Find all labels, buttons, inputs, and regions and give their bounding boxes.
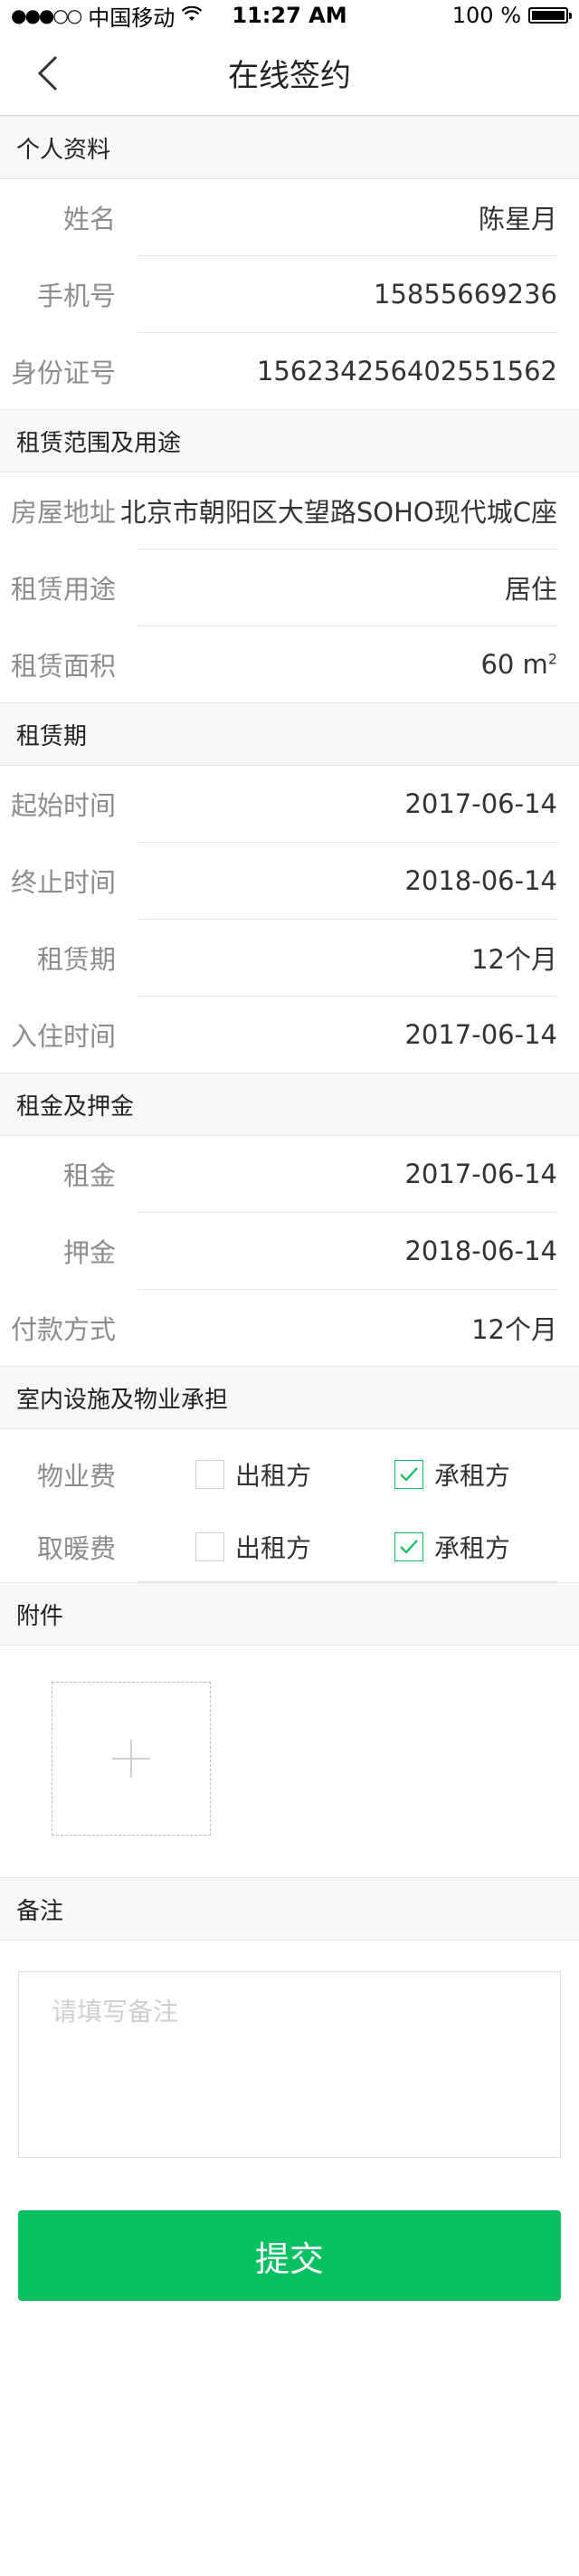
row-area: 租赁面积 60 m2 [0, 626, 579, 702]
row-value: 15855669236 [374, 279, 557, 310]
section-notes-header: 备注 [0, 1877, 579, 1941]
row-label: 姓名 [62, 204, 116, 234]
status-right: 100 % [451, 3, 572, 28]
property-fee-landlord-option[interactable]: 出租方 [195, 1456, 394, 1493]
row-label: 入住时间 [10, 1021, 116, 1052]
row-lease-term: 租赁期 12个月 [0, 920, 579, 996]
row-value: 12个月 [471, 1314, 557, 1345]
row-heating-fee: 取暖费 出租方 承租方 [0, 1512, 579, 1581]
check-icon [400, 1540, 418, 1554]
row-label: 身份证号 [10, 358, 116, 388]
notes-area [0, 1941, 579, 2210]
section-personal-header: 个人资料 [0, 116, 579, 179]
heating-fee-options: 出租方 承租方 [116, 1529, 579, 1565]
submit-button[interactable]: 提交 [18, 2210, 561, 2301]
row-rent: 租金 2017-06-14 [0, 1136, 579, 1212]
section-facilities: 物业费 出租方 承租方 取暖费 出租方 承租方 [0, 1429, 579, 1582]
row-value: 156234256402551562 [256, 356, 557, 386]
property-fee-tenant-option[interactable]: 承租方 [394, 1456, 579, 1493]
checkbox-checked[interactable] [394, 1532, 423, 1561]
row-value: 陈星月 [478, 204, 557, 234]
row-label: 租赁面积 [10, 651, 116, 682]
row-deposit: 押金 2018-06-14 [0, 1213, 579, 1289]
area-unit-sup: 2 [547, 650, 557, 668]
row-value: 2017-06-14 [404, 788, 557, 819]
section-rent: 租金 2017-06-14 押金 2018-06-14 付款方式 12个月 [0, 1136, 579, 1366]
chevron-left-icon [37, 55, 58, 91]
battery-percent: 100 % [451, 3, 521, 28]
section-attachments-header: 附件 [0, 1582, 579, 1646]
row-property-fee: 物业费 出租方 承租方 [0, 1436, 579, 1512]
row-value: 12个月 [471, 944, 557, 975]
section-period: 起始时间 2017-06-14 终止时间 2018-06-14 租赁期 12个月… [0, 766, 579, 1073]
upload-button[interactable] [52, 1682, 211, 1836]
row-label: 起始时间 [10, 790, 116, 821]
checkbox-unchecked[interactable] [195, 1532, 224, 1561]
row-address: 房屋地址 北京市朝阳区大望路SOHO现代城C座 [0, 472, 579, 549]
option-label: 承租方 [434, 1461, 511, 1491]
row-label: 租金 [62, 1160, 116, 1191]
checkbox-unchecked[interactable] [195, 1460, 224, 1489]
nav-bar: 在线签约 [0, 31, 579, 116]
row-label: 租赁期 [36, 944, 116, 975]
row-value: 2018-06-14 [404, 1236, 557, 1266]
row-usage: 租赁用途 居住 [0, 549, 579, 625]
checkbox-checked[interactable] [394, 1460, 423, 1489]
row-id: 身份证号 156234256402551562 [0, 333, 579, 409]
row-value: 2017-06-14 [404, 1019, 557, 1050]
row-value: 2017-06-14 [404, 1159, 557, 1189]
heating-fee-tenant-option[interactable]: 承租方 [394, 1529, 579, 1565]
section-facilities-header: 室内设施及物业承担 [0, 1366, 579, 1429]
check-icon [400, 1467, 418, 1482]
status-left: ●●●○○ 中国移动 [11, 0, 203, 32]
property-fee-options: 出租方 承租方 [116, 1456, 579, 1493]
submit-wrap: 提交 [0, 2210, 579, 2301]
section-period-header: 租赁期 [0, 702, 579, 766]
section-rent-header: 租金及押金 [0, 1073, 579, 1136]
row-label: 手机号 [36, 281, 116, 311]
back-button[interactable] [36, 53, 63, 93]
row-value: 2018-06-14 [404, 865, 557, 896]
row-value: 60 m2 [116, 649, 579, 680]
carrier-label: 中国移动 [88, 5, 176, 31]
row-label: 物业费 [36, 1461, 116, 1492]
option-label: 出租方 [235, 1461, 312, 1491]
section-personal: 姓名 陈星月 手机号 15855669236 身份证号 156234256402… [0, 179, 579, 409]
row-label: 取暖费 [36, 1533, 116, 1564]
notes-input[interactable] [18, 1971, 561, 2158]
row-value: 北京市朝阳区大望路SOHO现代城C座 [119, 497, 557, 528]
row-end-date[interactable]: 终止时间 2018-06-14 [0, 843, 579, 919]
section-scope: 房屋地址 北京市朝阳区大望路SOHO现代城C座 租赁用途 居住 租赁面积 60 … [0, 472, 579, 702]
battery-icon [528, 7, 572, 24]
plus-icon [112, 1740, 150, 1778]
row-phone: 手机号 15855669236 [0, 256, 579, 332]
row-label: 租赁用途 [10, 574, 116, 605]
row-label: 终止时间 [10, 867, 116, 898]
row-label: 押金 [62, 1237, 116, 1268]
option-label: 出租方 [235, 1533, 312, 1563]
row-payment-method[interactable]: 付款方式 12个月 [0, 1290, 579, 1366]
row-start-date[interactable]: 起始时间 2017-06-14 [0, 766, 579, 842]
signal-icon: ●●●○○ [11, 5, 82, 26]
page-title: 在线签约 [228, 58, 351, 94]
option-label: 承租方 [434, 1533, 511, 1563]
attachments-area [0, 1646, 579, 1877]
wifi-icon [181, 3, 203, 28]
heating-fee-landlord-option[interactable]: 出租方 [195, 1529, 394, 1565]
row-label: 付款方式 [10, 1314, 116, 1345]
row-move-in-date[interactable]: 入住时间 2017-06-14 [0, 997, 579, 1073]
area-value: 60 m [480, 649, 548, 680]
section-scope-header: 租赁范围及用途 [0, 409, 579, 472]
row-value: 居住 [504, 574, 557, 605]
row-name: 姓名 陈星月 [0, 179, 579, 255]
status-bar: ●●●○○ 中国移动 11:27 AM 100 % [0, 0, 579, 31]
row-label: 房屋地址 [10, 497, 116, 528]
